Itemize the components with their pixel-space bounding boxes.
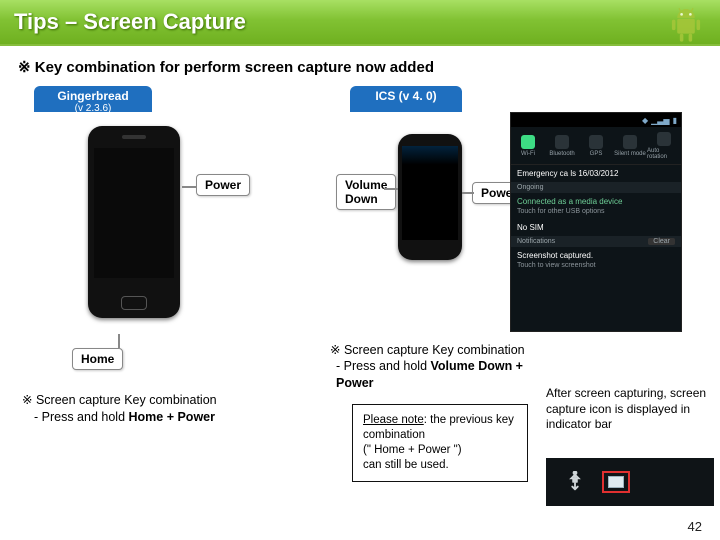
shade-section-ongoing: Ongoing	[511, 182, 681, 193]
page-title: Tips – Screen Capture	[14, 9, 246, 35]
android-icon	[664, 2, 708, 46]
tab-gingerbread-version: (v 2.3.6)	[50, 103, 136, 114]
please-note-box: Please note: the previous key combinatio…	[352, 404, 528, 482]
toggle-bluetooth: Bluetooth	[545, 127, 579, 164]
capture-icon	[602, 471, 630, 493]
shade-screenshot-captured: Screenshot captured. Touch to view scree…	[511, 247, 681, 273]
title-bar: Tips – Screen Capture	[0, 0, 720, 46]
intro-text: ※ Key combination for perform screen cap…	[0, 46, 720, 84]
shade-emergency: Emergency ca ls 16/03/2012	[511, 165, 681, 182]
toggle-silent: Silent mode	[613, 127, 647, 164]
tab-gingerbread: Gingerbread (v 2.3.6)	[34, 86, 152, 112]
connector	[384, 188, 398, 190]
toggle-rotation: Auto rotation	[647, 127, 681, 164]
toggle-gps: GPS	[579, 127, 613, 164]
tab-ics-label: ICS (v 4. 0)	[375, 89, 436, 103]
tab-ics: ICS (v 4. 0)	[350, 86, 462, 112]
ics-shade-screenshot: ◆▁▃▅▮ Wi-Fi Bluetooth GPS Silent mode Au…	[510, 112, 682, 332]
callout-home-gb: Home	[72, 348, 123, 370]
tab-gingerbread-label: Gingerbread	[57, 89, 128, 103]
indicator-bar-sample	[546, 458, 714, 506]
toggle-wifi: Wi-Fi	[511, 127, 545, 164]
content-stage: Gingerbread (v 2.3.6) ICS (v 4. 0) Power…	[0, 84, 720, 540]
shade-clear-button: Clear	[648, 238, 675, 245]
connector	[182, 186, 196, 188]
gingerbread-key-combination-text: ※ Screen capture Key combination - Press…	[22, 392, 282, 426]
connector	[462, 192, 474, 194]
connector	[118, 334, 120, 348]
usb-icon	[564, 471, 586, 493]
shade-section-notifications: Notifications Clear	[511, 236, 681, 247]
shade-connected: Connected as a media device Touch for ot…	[511, 193, 681, 219]
page-number: 42	[688, 519, 702, 534]
phone-gingerbread	[88, 126, 180, 318]
shade-no-sim: No SIM	[511, 219, 681, 236]
phone-ics	[398, 134, 462, 260]
shade-toggles: Wi-Fi Bluetooth GPS Silent mode Auto rot…	[511, 127, 681, 165]
shade-status-bar: ◆▁▃▅▮	[511, 113, 681, 127]
after-capture-text: After screen capturing, screen capture i…	[546, 386, 714, 433]
callout-power-gb: Power	[196, 174, 250, 196]
callout-volume-down: Volume Down	[336, 174, 396, 210]
ics-key-combination-text: ※ Screen capture Key combination - Press…	[330, 342, 560, 391]
